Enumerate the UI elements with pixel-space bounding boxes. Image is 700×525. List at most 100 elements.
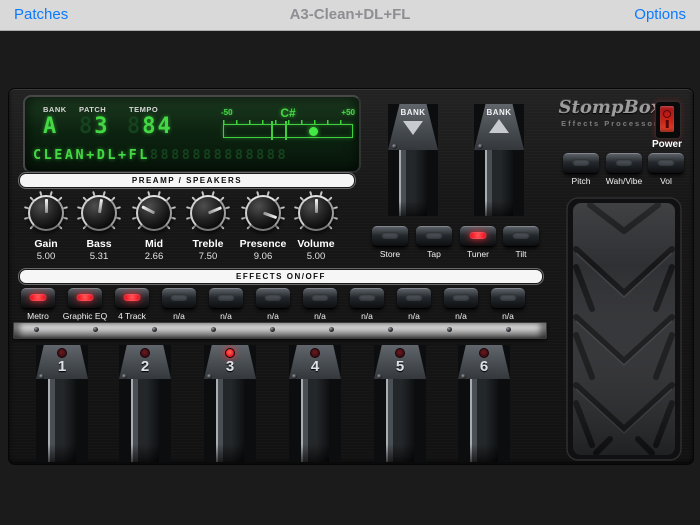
led bbox=[358, 294, 376, 301]
bank-pedal-plate: BANK bbox=[388, 104, 438, 150]
options-button[interactable]: Options bbox=[634, 0, 686, 30]
utility-button-tuner[interactable] bbox=[460, 226, 496, 247]
utility-button-store[interactable] bbox=[372, 226, 408, 247]
bank-down-icon bbox=[403, 121, 423, 135]
led bbox=[217, 294, 235, 301]
footswitch-3[interactable]: 3 bbox=[204, 345, 256, 462]
knob-dial bbox=[24, 191, 68, 235]
page-title: A3-Clean+DL+FL bbox=[289, 6, 411, 23]
knob-body bbox=[190, 195, 226, 231]
tuner-note: C# bbox=[280, 106, 296, 120]
bank-pedal-label: BANK bbox=[486, 108, 512, 117]
effects-processor-panel: BANK A PATCH 83 TEMPO 884 CLEAN+DL+FL888… bbox=[8, 88, 694, 465]
knob-mid[interactable]: Mid 2.66 bbox=[126, 191, 182, 262]
led bbox=[381, 232, 399, 239]
footswitch-5[interactable]: 5 bbox=[374, 345, 426, 462]
effect-button-n-a[interactable] bbox=[444, 288, 478, 309]
footswitch-6[interactable]: 6 bbox=[458, 345, 510, 462]
knob-volume[interactable]: Volume 5.00 bbox=[288, 191, 344, 262]
bank-pedal-up[interactable]: BANK bbox=[474, 104, 524, 216]
footswitch-number: 2 bbox=[140, 358, 150, 375]
effect-button-label: n/a bbox=[220, 311, 232, 321]
knob-body bbox=[245, 195, 281, 231]
footswitch-plate: 4 bbox=[289, 345, 341, 379]
effect-button-label: n/a bbox=[361, 311, 373, 321]
knob-treble[interactable]: Treble 7.50 bbox=[180, 191, 236, 262]
knob-body bbox=[81, 195, 117, 231]
toe-button-wah-vibe[interactable] bbox=[606, 153, 642, 174]
effect-button-label: n/a bbox=[173, 311, 185, 321]
footswitch-2[interactable]: 2 bbox=[119, 345, 171, 462]
led bbox=[615, 159, 633, 166]
effect-button-n-a[interactable] bbox=[491, 288, 525, 309]
effect-button-label: n/a bbox=[267, 311, 279, 321]
tuner-bar bbox=[223, 124, 353, 138]
footswitch-plate: 2 bbox=[119, 345, 171, 379]
utility-button-tap[interactable] bbox=[416, 226, 452, 247]
toe-button-vol[interactable] bbox=[648, 153, 684, 174]
screw-icon bbox=[93, 327, 98, 332]
power-off-marking-icon bbox=[663, 110, 671, 118]
footswitch-stem bbox=[131, 379, 159, 462]
knob-pointer-icon bbox=[207, 206, 222, 215]
knob-pointer-icon bbox=[44, 199, 48, 213]
patches-button[interactable]: Patches bbox=[14, 0, 68, 30]
expression-pedal-tread bbox=[566, 197, 682, 461]
bank-pedal-stem bbox=[485, 150, 513, 216]
led bbox=[405, 294, 423, 301]
effect-button-label: 4 Track bbox=[118, 311, 146, 321]
knob-value: 7.50 bbox=[198, 251, 218, 262]
footswitch-plate: 5 bbox=[374, 345, 426, 379]
metal-rail bbox=[13, 322, 547, 339]
expression-pedal[interactable] bbox=[566, 197, 682, 461]
effect-button-n-a[interactable] bbox=[397, 288, 431, 309]
effect-button-n-a[interactable] bbox=[209, 288, 243, 309]
power-switch[interactable] bbox=[655, 101, 681, 139]
effect-button-n-a[interactable] bbox=[303, 288, 337, 309]
navigation-bar: Patches A3-Clean+DL+FL Options bbox=[0, 0, 700, 31]
knob-gain[interactable]: Gain 5.00 bbox=[18, 191, 74, 262]
effect-button-n-a[interactable] bbox=[350, 288, 384, 309]
effect-button-graphic-eq[interactable] bbox=[68, 288, 102, 309]
footswitch-plate: 1 bbox=[36, 345, 88, 379]
knob-bass[interactable]: Bass 5.31 bbox=[71, 191, 127, 262]
footswitch-stem bbox=[386, 379, 414, 462]
knob-value: 9.06 bbox=[253, 251, 273, 262]
led bbox=[469, 232, 487, 239]
preamp-section-header: PREAMP / SPEAKERS bbox=[19, 173, 355, 188]
footswitch-1[interactable]: 1 bbox=[36, 345, 88, 462]
footswitch-4[interactable]: 4 bbox=[289, 345, 341, 462]
footswitch-number: 4 bbox=[310, 358, 320, 375]
effect-button-n-a[interactable] bbox=[162, 288, 196, 309]
footswitch-number: 1 bbox=[57, 358, 67, 375]
footswitch-stem bbox=[216, 379, 244, 462]
effect-button-label: n/a bbox=[455, 311, 467, 321]
stompbox-app-screen: Patches A3-Clean+DL+FL Options BANK A PA… bbox=[0, 0, 700, 525]
lcd-display: BANK A PATCH 83 TEMPO 884 CLEAN+DL+FL888… bbox=[23, 95, 361, 173]
power-on-marking-icon bbox=[665, 120, 669, 128]
effects-section-header: EFFECTS ON/OFF bbox=[19, 269, 543, 284]
knob-label: Volume bbox=[297, 238, 335, 250]
knob-value: 5.31 bbox=[89, 251, 109, 262]
footswitch-number: 6 bbox=[479, 358, 489, 375]
utility-button-tilt[interactable] bbox=[503, 226, 539, 247]
tuner-max-label: +50 bbox=[341, 108, 355, 117]
knob-body bbox=[136, 195, 172, 231]
effect-button-metro[interactable] bbox=[21, 288, 55, 309]
bank-pedal-down[interactable]: BANK bbox=[388, 104, 438, 216]
brand-tagline: Effects Processor bbox=[561, 119, 659, 128]
screw-icon bbox=[207, 374, 212, 379]
knob-presence[interactable]: Presence 9.06 bbox=[235, 191, 291, 262]
led bbox=[311, 294, 329, 301]
led bbox=[499, 294, 517, 301]
screw-icon bbox=[292, 374, 297, 379]
effect-button-n-a[interactable] bbox=[256, 288, 290, 309]
footswitch-led bbox=[479, 348, 489, 358]
toe-button-pitch[interactable] bbox=[563, 153, 599, 174]
knob-pointer-icon bbox=[262, 211, 277, 220]
tempo-value: 884 bbox=[127, 114, 173, 139]
tuner-display: -50 C# +50 bbox=[221, 106, 355, 152]
led bbox=[572, 159, 590, 166]
effect-button-4-track[interactable] bbox=[115, 288, 149, 309]
effect-button-label: Graphic EQ bbox=[62, 311, 108, 321]
